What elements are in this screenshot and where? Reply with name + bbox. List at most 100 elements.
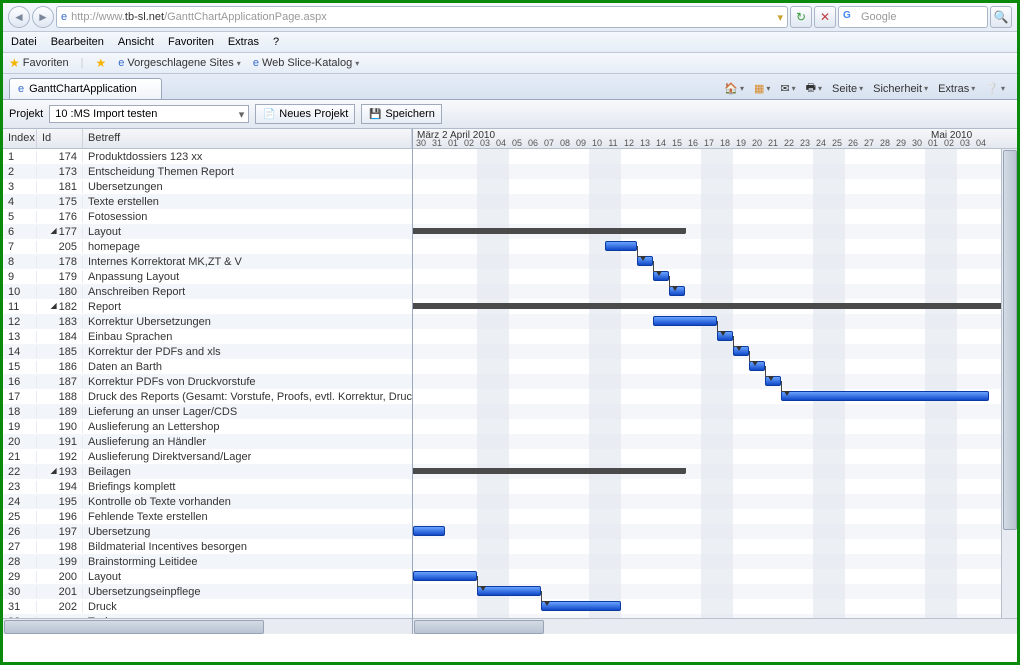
- gantt-row[interactable]: [413, 164, 1017, 179]
- gantt-row[interactable]: [413, 389, 1017, 404]
- gantt-row[interactable]: [413, 524, 1017, 539]
- task-bar[interactable]: [605, 241, 637, 251]
- project-select[interactable]: 10 :MS Import testen: [49, 105, 249, 123]
- table-row[interactable]: 30201Ubersetzungseinpflege: [3, 584, 412, 599]
- table-row[interactable]: 20191Auslieferung an Händler: [3, 434, 412, 449]
- table-row[interactable]: 17188Druck des Reports (Gesamt: Vorstufe…: [3, 389, 412, 404]
- gantt-row[interactable]: [413, 449, 1017, 464]
- table-row[interactable]: 3181Ubersetzungen: [3, 179, 412, 194]
- gantt-row[interactable]: [413, 344, 1017, 359]
- task-bar[interactable]: [653, 316, 717, 326]
- col-index[interactable]: Index: [3, 129, 37, 148]
- feeds-button[interactable]: ▦ ▾: [754, 82, 770, 95]
- gantt-row[interactable]: [413, 149, 1017, 164]
- search-box[interactable]: G Google: [838, 6, 988, 28]
- table-row[interactable]: 15186Daten an Barth: [3, 359, 412, 374]
- gantt-row[interactable]: [413, 284, 1017, 299]
- gantt-row[interactable]: [413, 209, 1017, 224]
- table-row[interactable]: 11◢182Report: [3, 299, 412, 314]
- gantt-vscroll[interactable]: [1001, 149, 1017, 618]
- gantt-row[interactable]: [413, 269, 1017, 284]
- gantt-row[interactable]: [413, 374, 1017, 389]
- gantt-row[interactable]: [413, 479, 1017, 494]
- tab-gantt-app[interactable]: e GanttChartApplication: [9, 78, 162, 99]
- gantt-row[interactable]: [413, 194, 1017, 209]
- gantt-row[interactable]: [413, 404, 1017, 419]
- home-button[interactable]: 🏠 ▾: [724, 82, 744, 95]
- table-row[interactable]: 7205homepage: [3, 239, 412, 254]
- summary-bar[interactable]: [413, 303, 1017, 309]
- table-row[interactable]: 24195Kontrolle ob Texte vorhanden: [3, 494, 412, 509]
- back-button[interactable]: ◄: [8, 6, 30, 28]
- table-row[interactable]: 29200Layout: [3, 569, 412, 584]
- table-row[interactable]: 4175Texte erstellen: [3, 194, 412, 209]
- menu-ansicht[interactable]: Ansicht: [118, 36, 154, 48]
- table-row[interactable]: 18189Lieferung an unser Lager/CDS: [3, 404, 412, 419]
- menu-extras[interactable]: Extras: [228, 36, 259, 48]
- table-row[interactable]: 1174Produktdossiers 123 xx: [3, 149, 412, 164]
- table-row[interactable]: 26197Ubersetzung: [3, 524, 412, 539]
- table-row[interactable]: 21192Auslieferung Direktversand/Lager: [3, 449, 412, 464]
- grid-hscroll[interactable]: [3, 618, 412, 634]
- page-menu[interactable]: Seite ▾: [832, 83, 863, 95]
- gantt-row[interactable]: [413, 239, 1017, 254]
- table-row[interactable]: 6◢177Layout: [3, 224, 412, 239]
- gantt-row[interactable]: [413, 254, 1017, 269]
- search-go-button[interactable]: 🔍: [990, 6, 1012, 28]
- table-row[interactable]: 19190Auslieferung an Lettershop: [3, 419, 412, 434]
- save-button[interactable]: 💾Speichern: [361, 104, 442, 124]
- table-row[interactable]: 23194Briefings komplett: [3, 479, 412, 494]
- table-row[interactable]: 28199Brainstorming Leitidee: [3, 554, 412, 569]
- gantt-row[interactable]: [413, 329, 1017, 344]
- table-row[interactable]: 2173Entscheidung Themen Report: [3, 164, 412, 179]
- summary-bar[interactable]: [413, 228, 685, 234]
- menu-favoriten[interactable]: Favoriten: [168, 36, 214, 48]
- print-button[interactable]: 🖶 ▾: [806, 79, 822, 98]
- table-row[interactable]: 5176Fotosession: [3, 209, 412, 224]
- new-project-button[interactable]: 📄Neues Projekt: [255, 104, 355, 124]
- stop-button[interactable]: ✕: [814, 6, 836, 28]
- gantt-row[interactable]: [413, 584, 1017, 599]
- gantt-row[interactable]: [413, 599, 1017, 614]
- collapse-icon[interactable]: ◢: [50, 301, 56, 313]
- safety-menu[interactable]: Sicherheit ▾: [873, 83, 928, 95]
- gantt-body[interactable]: [413, 149, 1017, 618]
- collapse-icon[interactable]: ◢: [50, 466, 56, 478]
- gantt-row[interactable]: [413, 569, 1017, 584]
- menu-datei[interactable]: Datei: [11, 36, 37, 48]
- menu-help[interactable]: ?: [273, 36, 279, 48]
- table-row[interactable]: 9179Anpassung Layout: [3, 269, 412, 284]
- table-row[interactable]: 31202Druck: [3, 599, 412, 614]
- col-betreff[interactable]: Betreff: [83, 129, 412, 148]
- fav-link-webslice[interactable]: eWeb Slice-Katalog ▾: [253, 57, 359, 69]
- gantt-row[interactable]: [413, 359, 1017, 374]
- col-id[interactable]: Id: [37, 129, 83, 148]
- gantt-row[interactable]: [413, 464, 1017, 479]
- task-bar[interactable]: [413, 571, 477, 581]
- gantt-row[interactable]: [413, 314, 1017, 329]
- summary-bar[interactable]: [413, 468, 685, 474]
- table-row[interactable]: 8178Internes Korrektorat MK,ZT & V: [3, 254, 412, 269]
- table-row[interactable]: 22◢193Beilagen: [3, 464, 412, 479]
- extras-menu[interactable]: Extras ▾: [938, 83, 975, 95]
- table-row[interactable]: 27198Bildmaterial Incentives besorgen: [3, 539, 412, 554]
- refresh-button[interactable]: ↻: [790, 6, 812, 28]
- address-bar[interactable]: e http://www.tb-sl.net/GanttChartApplica…: [56, 6, 788, 28]
- gantt-hscroll[interactable]: [413, 618, 1017, 634]
- gantt-row[interactable]: [413, 509, 1017, 524]
- task-bar[interactable]: [413, 526, 445, 536]
- table-row[interactable]: 16187Korrektur PDFs von Druckvorstufe: [3, 374, 412, 389]
- task-bar[interactable]: [781, 391, 989, 401]
- task-bar[interactable]: [541, 601, 621, 611]
- table-row[interactable]: 12183Korrektur Ubersetzungen: [3, 314, 412, 329]
- mail-button[interactable]: ✉ ▾: [780, 82, 795, 95]
- table-row[interactable]: 10180Anschreiben Report: [3, 284, 412, 299]
- forward-button[interactable]: ►: [32, 6, 54, 28]
- gantt-row[interactable]: [413, 419, 1017, 434]
- gantt-row[interactable]: [413, 539, 1017, 554]
- gantt-row[interactable]: [413, 434, 1017, 449]
- gantt-row[interactable]: [413, 554, 1017, 569]
- help-button[interactable]: ❔▾: [985, 82, 1005, 95]
- gantt-row[interactable]: [413, 224, 1017, 239]
- fav-link-suggested[interactable]: eVorgeschlagene Sites ▾: [118, 57, 241, 69]
